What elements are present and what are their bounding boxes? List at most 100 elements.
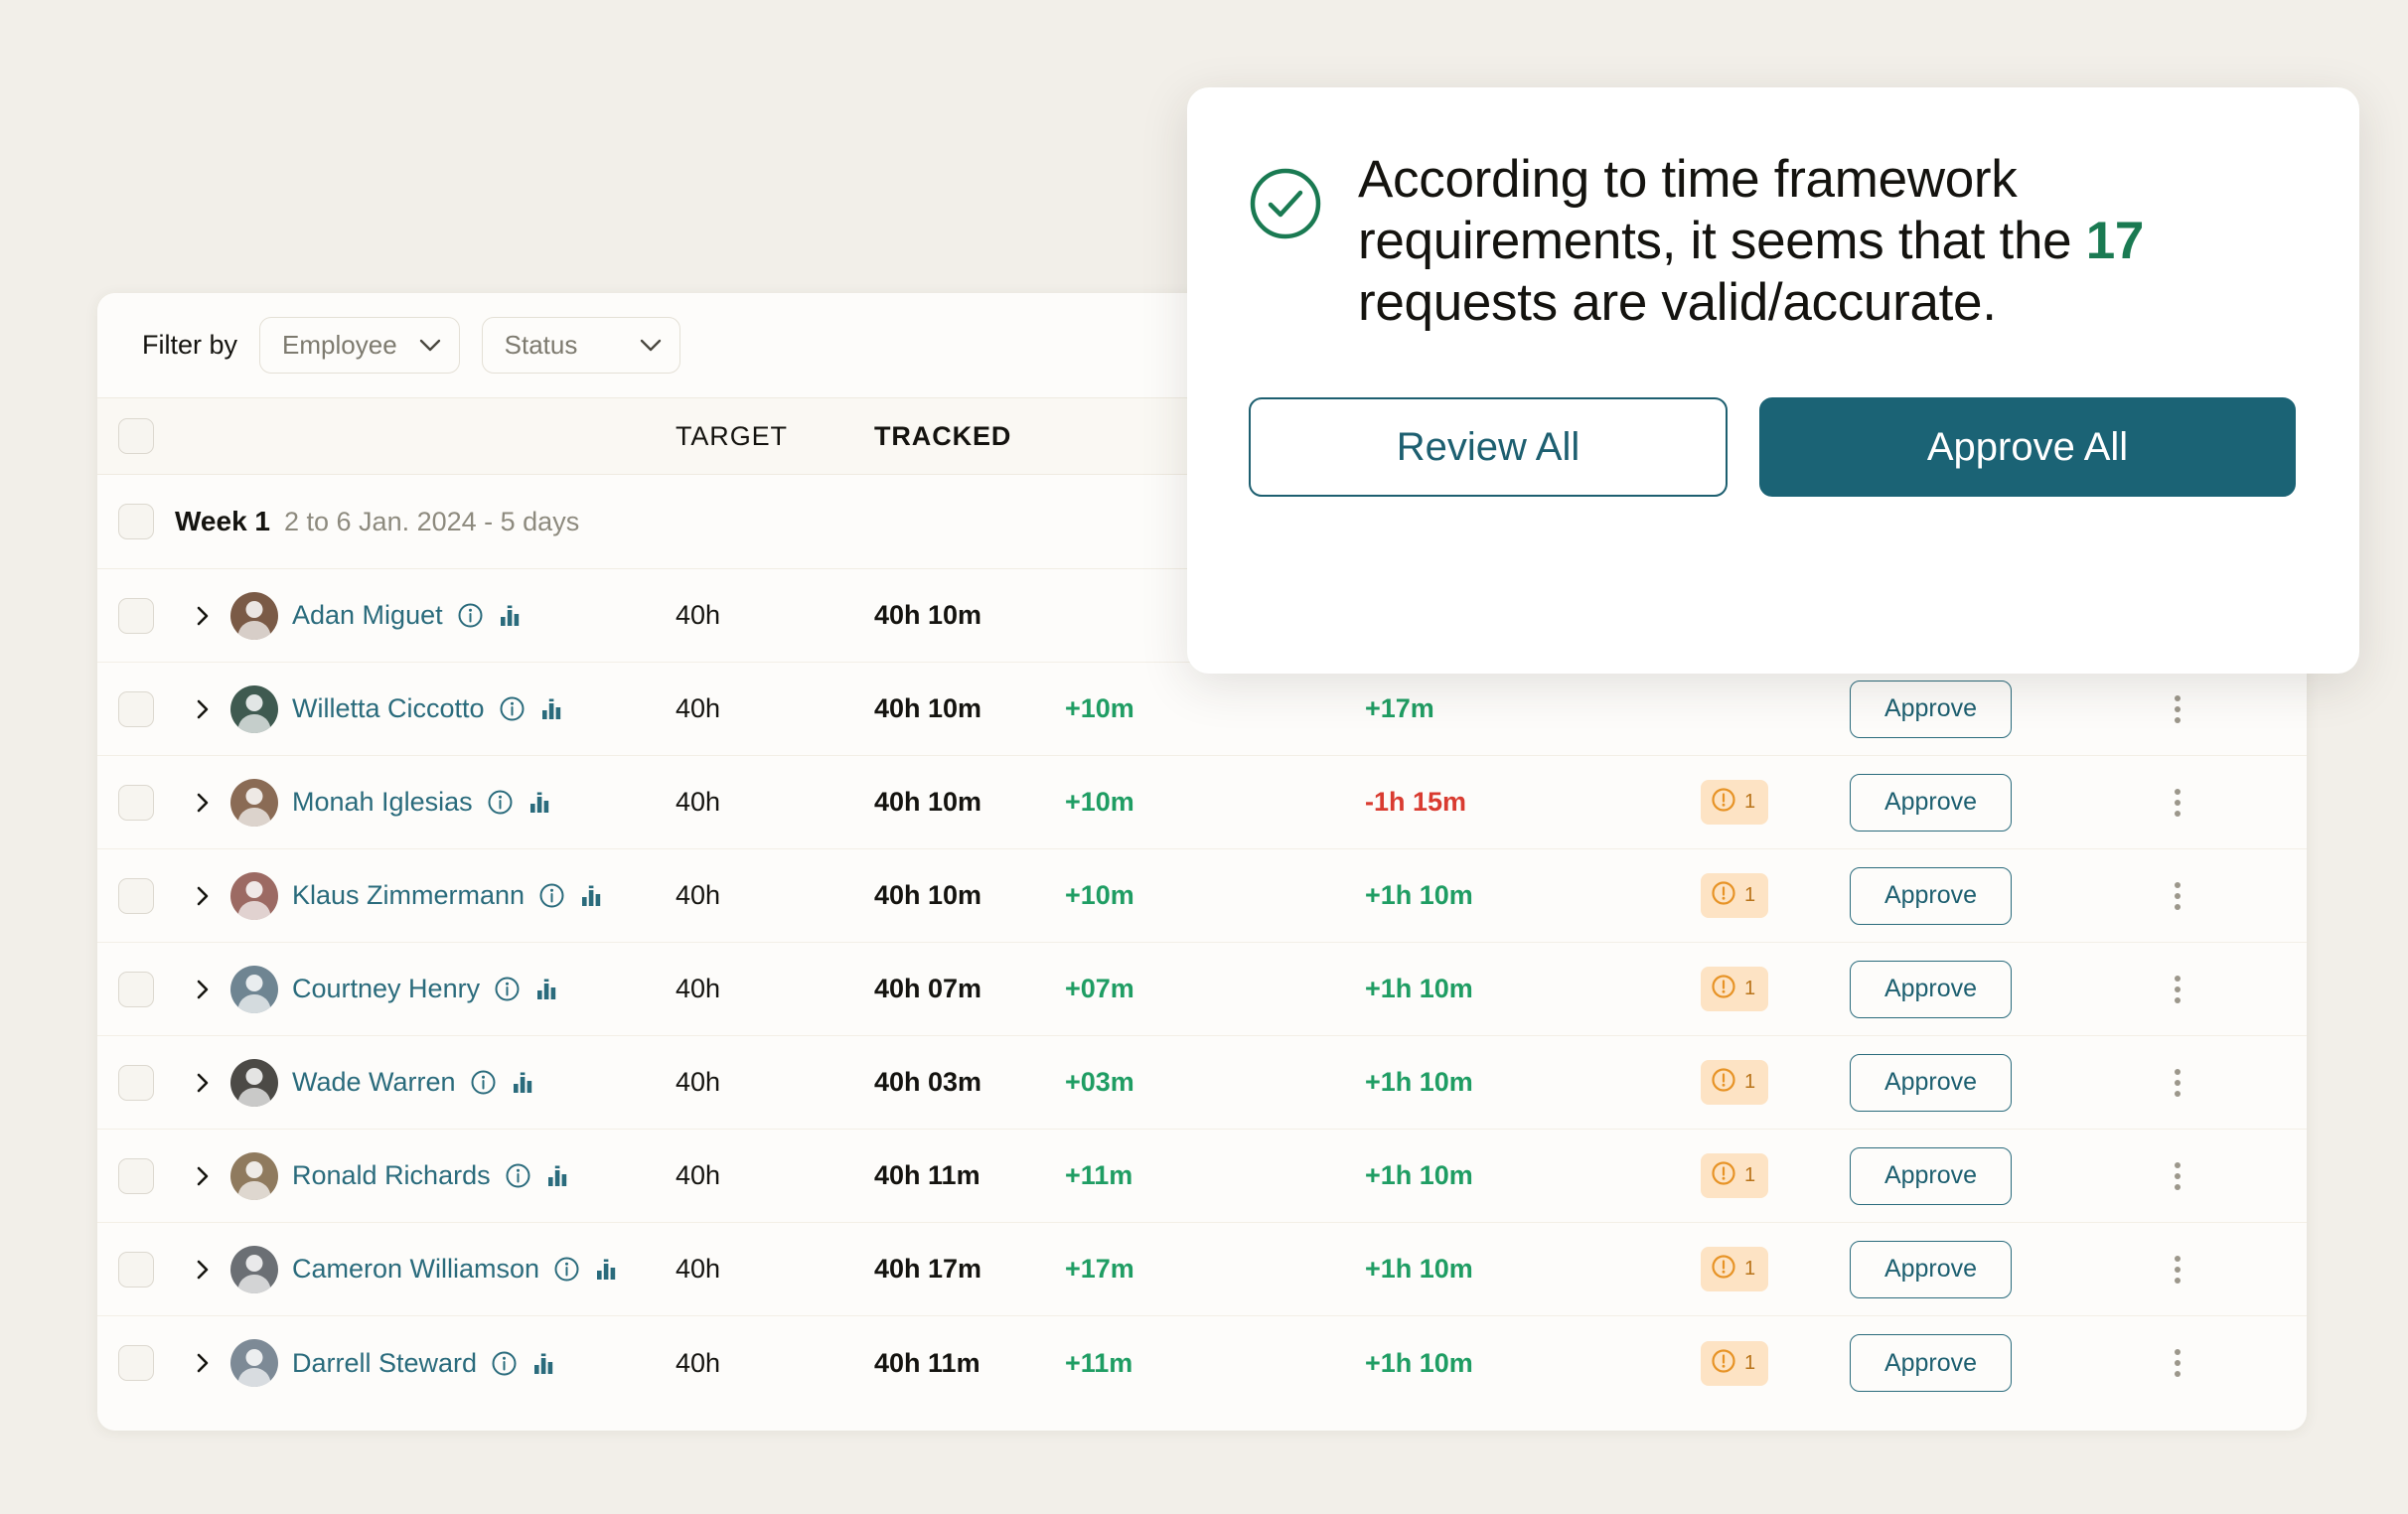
row-expand-toggle[interactable] — [175, 1072, 230, 1094]
row-expand-toggle[interactable] — [175, 698, 230, 720]
row-select-checkbox[interactable] — [118, 1064, 154, 1101]
table-row[interactable]: Klaus Zimmermann 40h 40h 10m +10m +1h 10… — [97, 849, 2307, 943]
approve-button[interactable]: Approve — [1850, 1053, 2012, 1112]
table-row[interactable]: Monah Iglesias 40h 40h 10m +10m -1h 15m … — [97, 756, 2307, 849]
employee-name-link[interactable]: Cameron Williamson — [292, 1254, 539, 1285]
table-row[interactable]: Willetta Ciccotto 40h 40h 10m +10m +17m … — [97, 663, 2307, 756]
info-icon[interactable] — [457, 602, 484, 629]
row-expand-toggle[interactable] — [175, 605, 230, 627]
row-expand-toggle[interactable] — [175, 792, 230, 814]
row-expand-toggle[interactable] — [175, 1165, 230, 1187]
bar-chart-icon[interactable] — [531, 1350, 558, 1377]
difference-value: +03m — [1065, 1067, 1134, 1097]
select-all-checkbox[interactable] — [118, 418, 154, 454]
info-icon[interactable] — [505, 1162, 531, 1189]
warning-badge[interactable]: 1 — [1701, 873, 1769, 918]
balance-value: -1h 15m — [1365, 787, 1467, 817]
approve-button[interactable]: Approve — [1850, 773, 2012, 832]
row-select-checkbox[interactable] — [118, 1157, 154, 1194]
modal-actions: Review All Approve All — [1249, 397, 2298, 497]
row-select-checkbox[interactable] — [118, 1251, 154, 1287]
row-select-checkbox[interactable] — [118, 690, 154, 727]
employee-name-link[interactable]: Ronald Richards — [292, 1160, 491, 1191]
row-select-checkbox[interactable] — [118, 971, 154, 1007]
employee-name-link[interactable]: Monah Iglesias — [292, 787, 473, 818]
week-select-checkbox[interactable] — [118, 504, 154, 539]
approve-button[interactable]: Approve — [1850, 1146, 2012, 1205]
avatar — [230, 1151, 278, 1200]
balance-value: +1h 10m — [1365, 880, 1473, 910]
row-menu-button[interactable] — [2175, 694, 2181, 723]
warning-badge[interactable]: 1 — [1701, 1153, 1769, 1198]
table-row[interactable]: Courtney Henry 40h 40h 07m +07m +1h 10m … — [97, 943, 2307, 1036]
info-icon[interactable] — [487, 789, 514, 816]
avatar — [230, 1058, 278, 1107]
approve-button[interactable]: Approve — [1850, 680, 2012, 738]
warning-badge[interactable]: 1 — [1701, 780, 1769, 825]
row-menu-button[interactable] — [2175, 1068, 2181, 1097]
bar-chart-icon[interactable] — [498, 602, 525, 629]
row-menu-button[interactable] — [2175, 1349, 2181, 1377]
info-icon[interactable] — [553, 1256, 580, 1283]
bar-chart-icon[interactable] — [534, 976, 561, 1002]
row-menu-button[interactable] — [2175, 1161, 2181, 1190]
table-body: Adan Miguet 40h 40h 10m Willetta Ciccott… — [97, 569, 2307, 1410]
row-expand-toggle[interactable] — [175, 979, 230, 1000]
approve-button[interactable]: Approve — [1850, 960, 2012, 1018]
row-select-checkbox[interactable] — [118, 597, 154, 634]
balance-value: +1h 10m — [1365, 1347, 1473, 1378]
info-icon[interactable] — [494, 976, 521, 1002]
bar-chart-icon[interactable] — [579, 882, 606, 909]
row-select-checkbox[interactable] — [118, 1345, 154, 1381]
warning-badge[interactable]: 1 — [1701, 1247, 1769, 1291]
bar-chart-icon[interactable] — [527, 789, 554, 816]
approve-all-button[interactable]: Approve All — [1759, 397, 2296, 497]
table-row[interactable]: Ronald Richards 40h 40h 11m +11m +1h 10m… — [97, 1130, 2307, 1223]
row-menu-button[interactable] — [2175, 788, 2181, 817]
approve-button[interactable]: Approve — [1850, 1334, 2012, 1392]
row-select-checkbox[interactable] — [118, 784, 154, 821]
target-value: 40h — [676, 600, 721, 630]
approve-button[interactable]: Approve — [1850, 1240, 2012, 1298]
row-menu-button[interactable] — [2175, 975, 2181, 1003]
table-row[interactable]: Wade Warren 40h 40h 03m +03m +1h 10m 1 A… — [97, 1036, 2307, 1130]
info-icon[interactable] — [491, 1350, 518, 1377]
tracked-value: 40h 11m — [874, 1347, 980, 1378]
info-icon[interactable] — [538, 882, 565, 909]
bar-chart-icon[interactable] — [511, 1069, 537, 1096]
bar-chart-icon[interactable] — [594, 1256, 621, 1283]
row-menu-button[interactable] — [2175, 1255, 2181, 1284]
employee-name-link[interactable]: Wade Warren — [292, 1067, 456, 1098]
employee-name-link[interactable]: Klaus Zimmermann — [292, 880, 525, 911]
info-icon[interactable] — [499, 695, 526, 722]
status-filter-select[interactable]: Status — [481, 317, 680, 374]
action-cell: Approve — [1850, 1334, 2048, 1392]
row-expand-toggle[interactable] — [175, 885, 230, 907]
row-select-checkbox[interactable] — [118, 877, 154, 914]
employee-filter-select[interactable]: Employee — [259, 317, 460, 374]
table-row[interactable]: Cameron Williamson 40h 40h 17m +17m +1h … — [97, 1223, 2307, 1316]
avatar — [230, 684, 278, 733]
approve-button[interactable]: Approve — [1850, 866, 2012, 925]
employee-name-link[interactable]: Darrell Steward — [292, 1348, 477, 1379]
table-row[interactable]: Darrell Steward 40h 40h 11m +11m +1h 10m… — [97, 1316, 2307, 1410]
warning-count: 1 — [1744, 1351, 1756, 1374]
action-cell: Approve — [1850, 773, 2048, 832]
badge-cell: 1 — [1701, 1060, 1850, 1105]
warning-badge[interactable]: 1 — [1701, 967, 1769, 1011]
row-menu-button[interactable] — [2175, 881, 2181, 910]
bar-chart-icon[interactable] — [539, 695, 566, 722]
tracked-value: 40h 10m — [874, 600, 982, 630]
badge-cell: 1 — [1701, 1340, 1850, 1386]
warning-badge[interactable]: 1 — [1701, 1340, 1769, 1386]
row-expand-toggle[interactable] — [175, 1352, 230, 1374]
review-all-button[interactable]: Review All — [1249, 397, 1728, 497]
employee-name-link[interactable]: Adan Miguet — [292, 600, 443, 631]
employee-name-link[interactable]: Courtney Henry — [292, 974, 480, 1004]
row-expand-toggle[interactable] — [175, 1259, 230, 1281]
warning-icon — [1711, 880, 1736, 911]
employee-name-link[interactable]: Willetta Ciccotto — [292, 693, 485, 724]
bar-chart-icon[interactable] — [545, 1162, 572, 1189]
info-icon[interactable] — [470, 1069, 497, 1096]
warning-badge[interactable]: 1 — [1701, 1060, 1769, 1105]
